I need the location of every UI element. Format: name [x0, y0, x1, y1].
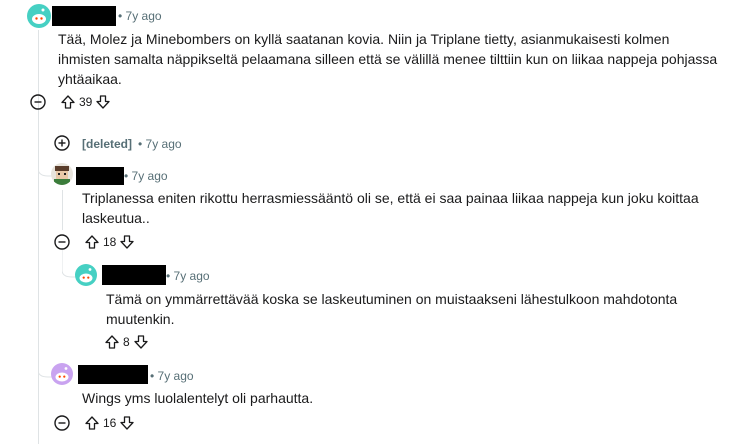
- collapse-minus-icon[interactable]: [30, 94, 46, 110]
- avatar[interactable]: [27, 4, 51, 28]
- avatar[interactable]: [75, 264, 97, 286]
- comment-body: Tää, Molez ja Minebombers on kyllä saata…: [58, 31, 718, 87]
- author-name-redacted[interactable]: [76, 167, 124, 185]
- comment-body: Tämä on ymmärrettävää koska se laskeutum…: [106, 291, 678, 327]
- deleted-author: [deleted]: [82, 137, 133, 151]
- comment-timestamp[interactable]: • 7y ago: [124, 169, 168, 183]
- snoo-avatar-icon: [32, 8, 46, 24]
- downvote-arrow-icon[interactable]: [119, 415, 135, 431]
- upvote-arrow-icon[interactable]: [104, 334, 120, 350]
- downvote-arrow-icon[interactable]: [133, 334, 149, 350]
- custom-avatar-icon: [54, 166, 70, 185]
- snoo-avatar-icon: [55, 367, 69, 382]
- author-name-redacted[interactable]: [52, 6, 116, 26]
- vote-count: 16: [103, 416, 117, 430]
- upvote-arrow-icon[interactable]: [84, 234, 100, 250]
- avatar[interactable]: [51, 163, 73, 185]
- comment-timestamp[interactable]: • 7y ago: [118, 9, 162, 23]
- avatar[interactable]: [51, 363, 73, 385]
- thread-line-reply: [62, 190, 63, 230]
- thread-line-root: [38, 30, 39, 444]
- comment-body: Triplanessa eniten rikottu herrasmiessää…: [82, 190, 699, 226]
- comment-timestamp[interactable]: • 7y ago: [166, 269, 210, 283]
- comment-timestamp[interactable]: • 7y ago: [150, 369, 194, 383]
- author-name-redacted[interactable]: [102, 265, 166, 285]
- upvote-arrow-icon[interactable]: [84, 415, 100, 431]
- vote-count: 8: [123, 335, 130, 349]
- author-name-redacted[interactable]: [78, 365, 148, 384]
- comment-timestamp[interactable]: • 7y ago: [138, 137, 182, 151]
- vote-controls: 18: [54, 234, 135, 250]
- vote-controls: 8: [104, 334, 149, 350]
- downvote-arrow-icon[interactable]: [119, 234, 135, 250]
- expand-plus-icon[interactable]: [54, 135, 70, 151]
- upvote-arrow-icon[interactable]: [60, 94, 76, 110]
- comment-body: Wings yms luolalentelyt oli parhautta.: [82, 390, 314, 406]
- collapse-minus-icon[interactable]: [54, 415, 70, 431]
- vote-count: 18: [103, 235, 117, 249]
- vote-controls: 16: [54, 415, 135, 431]
- vote-controls: 39: [30, 94, 111, 110]
- collapse-minus-icon[interactable]: [54, 234, 70, 250]
- snoo-avatar-icon: [79, 268, 93, 283]
- vote-count: 39: [79, 95, 93, 109]
- downvote-arrow-icon[interactable]: [95, 94, 111, 110]
